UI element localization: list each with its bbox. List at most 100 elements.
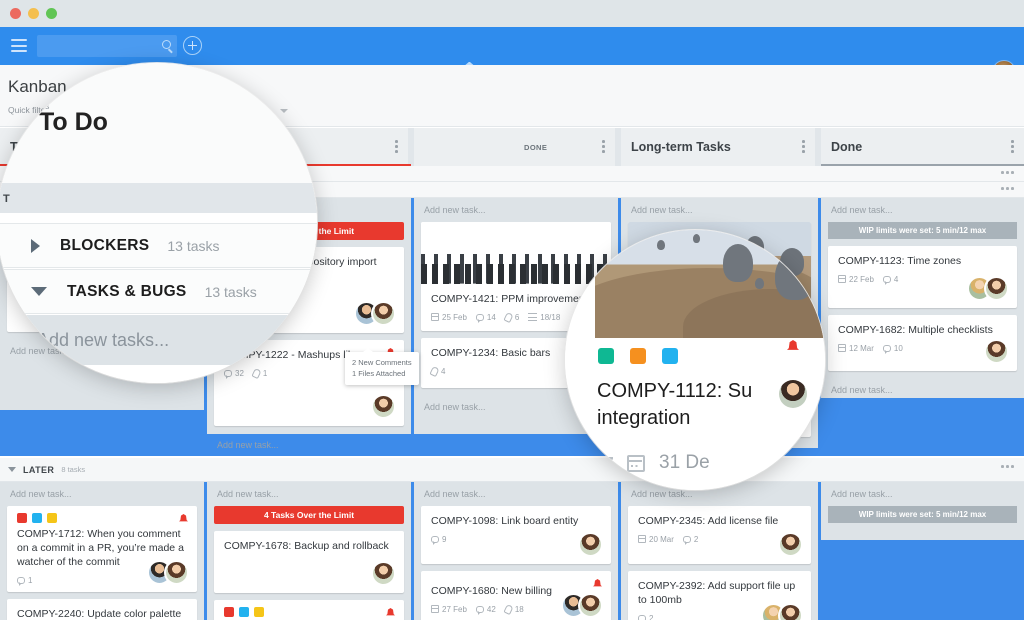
swimlane-name: LATER (23, 464, 55, 475)
lane1-column-5: Add new task... WIP limits were set: 5 m… (821, 198, 1024, 398)
lens-content: COMPY-1112: Su integration 31 De (565, 230, 825, 490)
add-new-task-link[interactable]: Add new task... (821, 378, 1024, 402)
clip-icon (429, 365, 440, 377)
column-menu-icon[interactable] (395, 140, 398, 154)
minimize-icon[interactable] (28, 8, 39, 19)
task-card[interactable]: COMPY-1123: Time zones 22 Feb 4 (828, 246, 1017, 308)
due-date: 22 Feb (838, 275, 874, 284)
comment-icon (431, 536, 439, 545)
add-new-task-link[interactable]: Add new task... (821, 482, 1024, 506)
card-tags (214, 600, 404, 617)
card-title: COMPY-2345: Add license file (638, 515, 779, 527)
clip-icon (503, 603, 514, 616)
lane-menu-icon[interactable] (1001, 171, 1014, 174)
chevron-down-icon[interactable] (31, 287, 47, 296)
add-new-task-link[interactable]: Add new task... (621, 198, 818, 222)
notification-tooltip: 2 New Comments 1 Files Attached (345, 348, 419, 385)
add-icon[interactable] (183, 36, 202, 55)
group-row-tasks-bugs[interactable]: TASKS & BUGS 13 tasks (0, 269, 317, 314)
close-icon[interactable] (10, 8, 21, 19)
task-card[interactable]: COMPY-1680: New billing 27 Feb 42 18 (421, 571, 611, 620)
description-icon (595, 456, 613, 470)
card-title: COMPY-1123: Time zones (838, 255, 962, 267)
task-card[interactable]: COMPY-2240: Update color palette (7, 599, 197, 620)
menu-icon[interactable] (11, 39, 27, 52)
comment-count: 10 (882, 344, 903, 354)
due-date: 31 De (659, 452, 710, 473)
comment-count: 14 (475, 313, 496, 323)
add-new-task-link[interactable]: Add new task... (414, 198, 618, 222)
add-new-task-link[interactable]: Add new task... (0, 482, 204, 506)
column-header-longterm[interactable]: Long-term Tasks (621, 128, 818, 166)
checklist-icon (528, 313, 538, 322)
maximize-icon[interactable] (46, 8, 57, 19)
lens-add-new-tasks[interactable]: Add new tasks... (0, 315, 317, 365)
calendar-icon (838, 344, 846, 353)
traffic-lights (10, 8, 57, 19)
tag-red (224, 607, 234, 617)
magnifier-lens-todo: Kanban Quick filters T To Do BLOCKERS 13… (0, 63, 317, 383)
column-header-done-sub[interactable]: DONE (414, 128, 618, 166)
column-menu-icon[interactable] (1011, 140, 1014, 154)
card-assignees (967, 276, 1009, 301)
lens-content: Kanban Quick filters T To Do BLOCKERS 13… (0, 63, 317, 383)
column-title: Done (831, 140, 863, 154)
lane-menu-icon[interactable] (1001, 465, 1014, 468)
task-card[interactable]: COMPY-2392: Add support file up to 100mb… (628, 571, 811, 620)
bell-icon (787, 340, 799, 350)
calendar-icon (431, 605, 439, 614)
tag-blue (32, 513, 42, 523)
attachment-count: 6 (503, 311, 519, 324)
comment-count: 9 (431, 535, 446, 545)
swimlane-later-header[interactable]: LATER 8 tasks (0, 458, 1024, 482)
task-card[interactable]: COMPY-1098: Link board entity 9 (421, 506, 611, 564)
card-title: COMPY-1098: Link board entity (431, 515, 579, 527)
add-new-task-link[interactable]: Add new task... (207, 482, 411, 506)
column-header-done[interactable]: Done (821, 128, 1024, 166)
tooltip-line-1: 2 New Comments (352, 358, 412, 367)
task-card[interactable]: COMPY-1679: Automated email (214, 600, 404, 620)
avatar (578, 593, 603, 618)
card-assignees (147, 560, 189, 585)
add-new-task-link[interactable]: Add new task... (821, 198, 1024, 222)
calendar-icon (627, 454, 645, 472)
chevron-down-icon[interactable] (8, 467, 16, 472)
comment-icon (475, 314, 484, 323)
task-card[interactable]: COMPY-1678: Backup and rollback (214, 531, 404, 593)
tag-blue (239, 607, 249, 617)
group-row-blockers[interactable]: BLOCKERS 13 tasks (0, 223, 317, 268)
add-new-task-link[interactable]: Add new task... (207, 433, 411, 457)
comment-icon (475, 606, 484, 615)
card-assignees (984, 339, 1009, 364)
due-date: 25 Feb (431, 313, 467, 322)
comment-count: 42 (475, 605, 496, 615)
avatar (371, 394, 396, 419)
comment-count: 1 (17, 576, 32, 586)
search-input[interactable] (37, 35, 177, 57)
tag-green (598, 348, 614, 364)
comment-count: 2 (638, 614, 653, 620)
checklist-count: 18/18 (528, 313, 560, 322)
tag-blue (662, 348, 678, 364)
attachment-count: 4 (429, 365, 445, 377)
swimlane-later: Add new task... COMPY-1712: When you com… (0, 482, 1024, 620)
tag-yellow (254, 607, 264, 617)
task-card[interactable]: COMPY-2345: Add license file 20 Mar 2 (628, 506, 811, 564)
column-menu-icon[interactable] (602, 140, 605, 154)
task-card[interactable]: COMPY-1682: Multiple checklists 12 Mar 1… (828, 315, 1017, 371)
avatar (778, 603, 803, 620)
card-title: COMPY-1678: Backup and rollback (224, 540, 389, 552)
due-date: 12 Mar (838, 344, 874, 353)
card-assignees (371, 394, 396, 419)
chevron-right-icon[interactable] (31, 238, 40, 253)
calendar-icon (838, 275, 846, 284)
tag-orange (630, 348, 646, 364)
tag-red (17, 513, 27, 523)
avatar (164, 560, 189, 585)
task-card[interactable]: COMPY-1712: When you comment on a commit… (7, 506, 197, 592)
lane-menu-icon[interactable] (1001, 187, 1014, 190)
group-name: TASKS & BUGS (67, 282, 187, 300)
column-menu-icon[interactable] (802, 140, 805, 154)
window-titlebar (0, 0, 1024, 27)
column-title: Long-term Tasks (631, 140, 731, 154)
